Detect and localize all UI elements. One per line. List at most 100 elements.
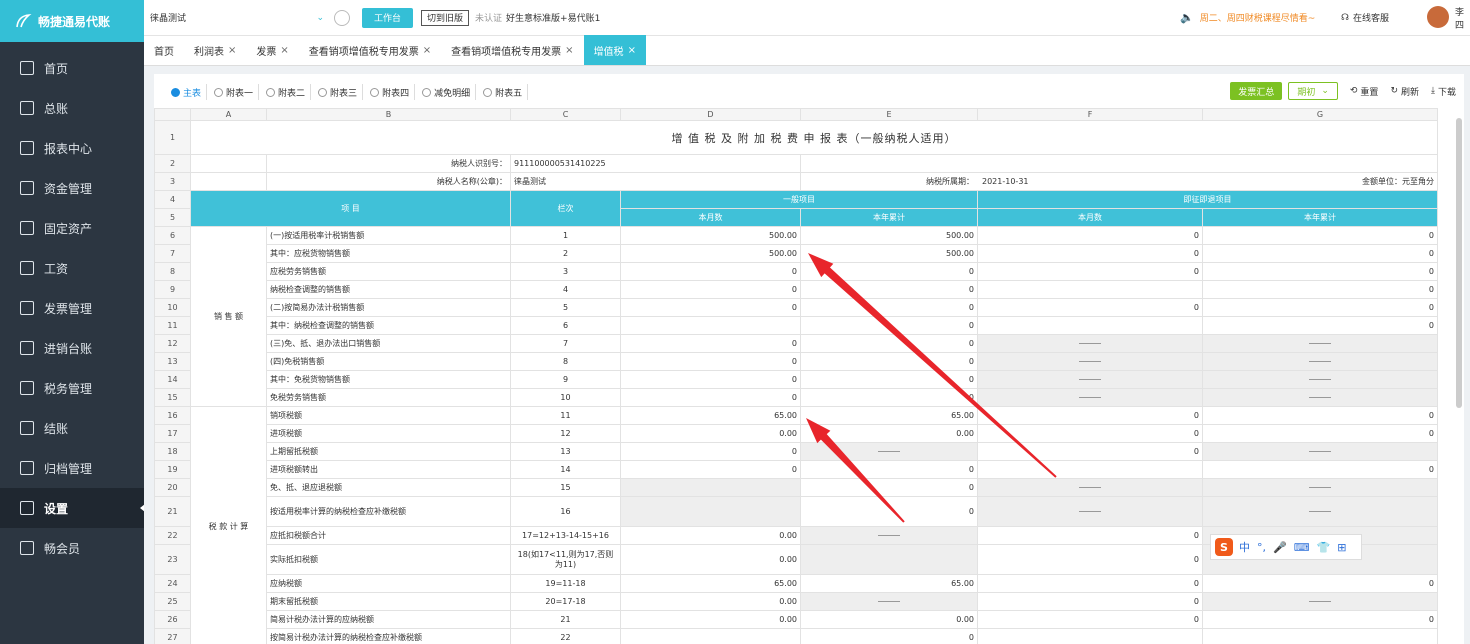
cell-f[interactable]: 0: [977, 244, 1203, 263]
cell-f[interactable]: 0: [977, 544, 1203, 575]
cell-d[interactable]: 65.00: [620, 406, 801, 425]
ime-item[interactable]: ⊞: [1337, 541, 1346, 554]
logo[interactable]: 畅捷通易代账: [0, 0, 144, 42]
tab-3[interactable]: 查看销项增值税专用发票 ×: [299, 35, 441, 65]
vertical-scrollbar[interactable]: [1456, 118, 1462, 408]
cell-e[interactable]: 0: [800, 460, 978, 479]
cell-f[interactable]: 0: [977, 262, 1203, 281]
refresh-button[interactable]: ↻ 刷新: [1390, 85, 1419, 98]
cell-f[interactable]: 0: [977, 424, 1203, 443]
sidebar-item-12[interactable]: 畅会员: [0, 528, 144, 568]
cell-g[interactable]: [1202, 442, 1438, 461]
cell-g[interactable]: 0: [1202, 424, 1438, 443]
cell-g[interactable]: 0: [1202, 226, 1438, 245]
tab-0[interactable]: 首页: [144, 35, 184, 65]
cell-d[interactable]: 0: [620, 370, 801, 389]
sheet-tab-1[interactable]: 附表一: [209, 84, 260, 100]
cell-e[interactable]: 0: [800, 388, 978, 407]
sidebar-item-2[interactable]: 报表中心: [0, 128, 144, 168]
cell-d[interactable]: 0.00: [620, 610, 801, 629]
tab-4[interactable]: 查看销项增值税专用发票 ×: [441, 35, 583, 65]
sidebar-item-10[interactable]: 归档管理: [0, 448, 144, 488]
cell-f[interactable]: [977, 460, 1203, 479]
cell-d[interactable]: 0: [620, 334, 801, 353]
cell-g[interactable]: [1202, 496, 1438, 527]
cell-g[interactable]: 0: [1202, 262, 1438, 281]
cell-f[interactable]: [977, 280, 1203, 299]
cell-g[interactable]: [1202, 334, 1438, 353]
cell-d[interactable]: 0: [620, 280, 801, 299]
cell-g[interactable]: 0: [1202, 460, 1438, 479]
cell-f[interactable]: [977, 388, 1203, 407]
online-service-button[interactable]: ☊ 在线客服: [1341, 11, 1389, 25]
cell-e[interactable]: [800, 442, 978, 461]
sidebar-item-11[interactable]: 设置: [0, 488, 144, 528]
ime-item[interactable]: °,: [1257, 541, 1266, 554]
cell-f[interactable]: 0: [977, 442, 1203, 461]
cell-d[interactable]: 0: [620, 262, 801, 281]
sidebar-item-4[interactable]: 固定资产: [0, 208, 144, 248]
sidebar-item-8[interactable]: 税务管理: [0, 368, 144, 408]
sheet-tab-2[interactable]: 附表二: [261, 84, 312, 100]
cell-e[interactable]: 500.00: [800, 244, 978, 263]
cell-f[interactable]: [977, 316, 1203, 335]
sheet-tab-4[interactable]: 附表四: [365, 84, 416, 100]
sheet-tab-0[interactable]: 主表: [166, 84, 208, 100]
cell-g[interactable]: [1202, 352, 1438, 371]
tab-2[interactable]: 发票 ×: [246, 35, 298, 65]
cell-g[interactable]: [1202, 478, 1438, 497]
cell-e[interactable]: 0: [800, 298, 978, 317]
cell-f[interactable]: 0: [977, 574, 1203, 593]
cell-f[interactable]: 0: [977, 298, 1203, 317]
uncertified-badge[interactable]: 未认证: [475, 11, 502, 24]
cell-g[interactable]: 0: [1202, 280, 1438, 299]
cell-e[interactable]: 0.00: [800, 424, 978, 443]
cell-e[interactable]: [800, 592, 978, 611]
cell-d[interactable]: 0: [620, 352, 801, 371]
cell-d[interactable]: 0.00: [620, 544, 801, 575]
cell-e[interactable]: [800, 526, 978, 545]
close-icon[interactable]: ×: [228, 45, 236, 56]
cell-d[interactable]: 0: [620, 388, 801, 407]
cell-e[interactable]: 500.00: [800, 226, 978, 245]
cell-f[interactable]: [977, 496, 1203, 527]
cell-e[interactable]: 0: [800, 496, 978, 527]
cell-f[interactable]: 0: [977, 526, 1203, 545]
close-icon[interactable]: ×: [423, 45, 431, 56]
user-name[interactable]: 李四: [1455, 5, 1470, 31]
sheet-tab-5[interactable]: 减免明细: [417, 84, 477, 100]
cell-f[interactable]: [977, 478, 1203, 497]
cell-e[interactable]: 0: [800, 352, 978, 371]
sheet-tab-3[interactable]: 附表三: [313, 84, 364, 100]
cell-e[interactable]: 0.00: [800, 610, 978, 629]
reset-button[interactable]: ⟲ 重置: [1350, 85, 1379, 98]
cell-d[interactable]: [620, 628, 801, 644]
cell-g[interactable]: 0: [1202, 298, 1438, 317]
company-select[interactable]: 徕晶测试 ⌄: [150, 7, 330, 29]
sidebar-item-5[interactable]: 工资: [0, 248, 144, 288]
cell-f[interactable]: [977, 334, 1203, 353]
ime-logo[interactable]: S: [1215, 538, 1233, 556]
cell-e[interactable]: [800, 544, 978, 575]
workbench-button[interactable]: 工作台: [362, 7, 414, 28]
tab-5[interactable]: 增值税 ×: [583, 35, 646, 65]
ime-item[interactable]: 🎤: [1273, 541, 1287, 554]
ime-item[interactable]: 👕: [1317, 541, 1331, 554]
cell-g[interactable]: [1202, 370, 1438, 389]
menu-circle-icon[interactable]: [334, 9, 350, 26]
cell-g[interactable]: 0: [1202, 316, 1438, 335]
cell-d[interactable]: [620, 316, 801, 335]
sidebar-item-7[interactable]: 进销台账: [0, 328, 144, 368]
sidebar-item-1[interactable]: 总账: [0, 88, 144, 128]
close-icon[interactable]: ×: [280, 45, 288, 56]
notice-banner[interactable]: 🔈 周二、周四财税课程尽情看~: [1180, 11, 1315, 24]
cell-f[interactable]: [977, 628, 1203, 644]
cell-f[interactable]: [977, 352, 1203, 371]
cell-d[interactable]: 500.00: [620, 226, 801, 245]
ime-toolbar[interactable]: S 中 °, 🎤 ⌨ 👕 ⊞: [1210, 534, 1362, 560]
sidebar-item-3[interactable]: 资金管理: [0, 168, 144, 208]
close-icon[interactable]: ×: [628, 45, 636, 56]
cell-f[interactable]: 0: [977, 592, 1203, 611]
ime-item[interactable]: 中: [1239, 539, 1250, 555]
cell-g[interactable]: 0: [1202, 244, 1438, 263]
